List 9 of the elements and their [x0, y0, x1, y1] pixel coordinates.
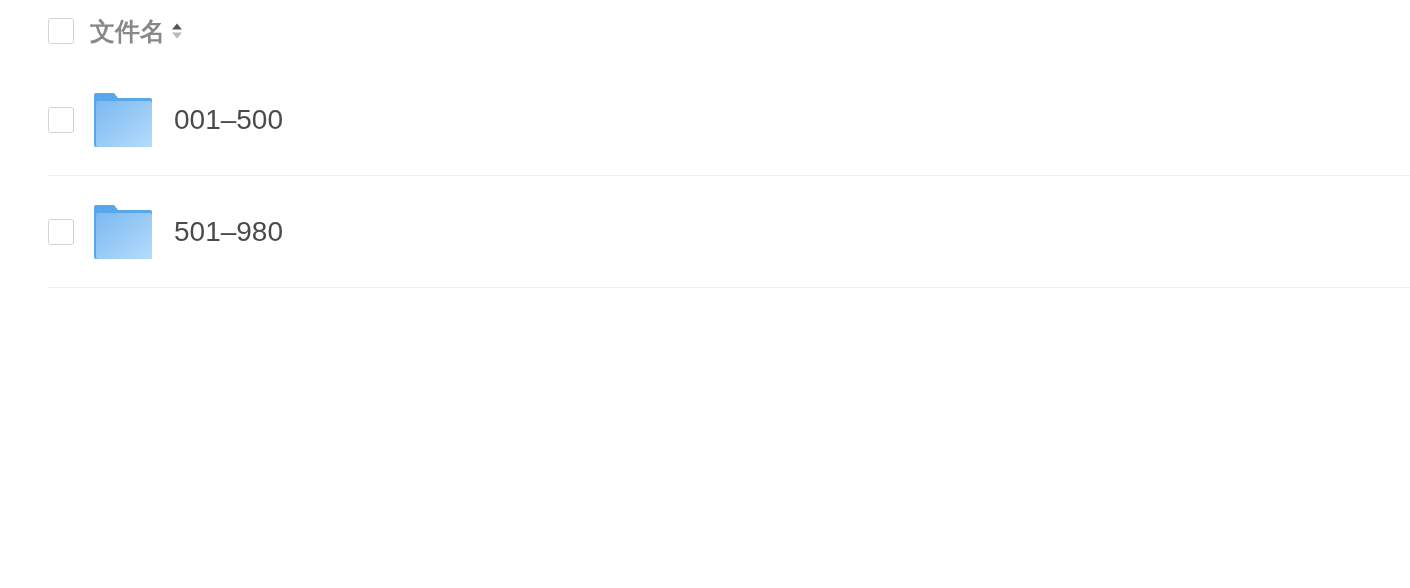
- folder-icon: [94, 92, 152, 147]
- checkbox[interactable]: [48, 218, 74, 245]
- column-header[interactable]: 文件名: [90, 14, 165, 48]
- folder-icon: [94, 204, 152, 259]
- checkbox[interactable]: [48, 18, 74, 44]
- folder-name[interactable]: 501–980: [174, 215, 283, 248]
- folder-name[interactable]: 001–500: [174, 103, 283, 136]
- checkbox[interactable]: [48, 106, 74, 133]
- sort-icon[interactable]: [171, 21, 183, 41]
